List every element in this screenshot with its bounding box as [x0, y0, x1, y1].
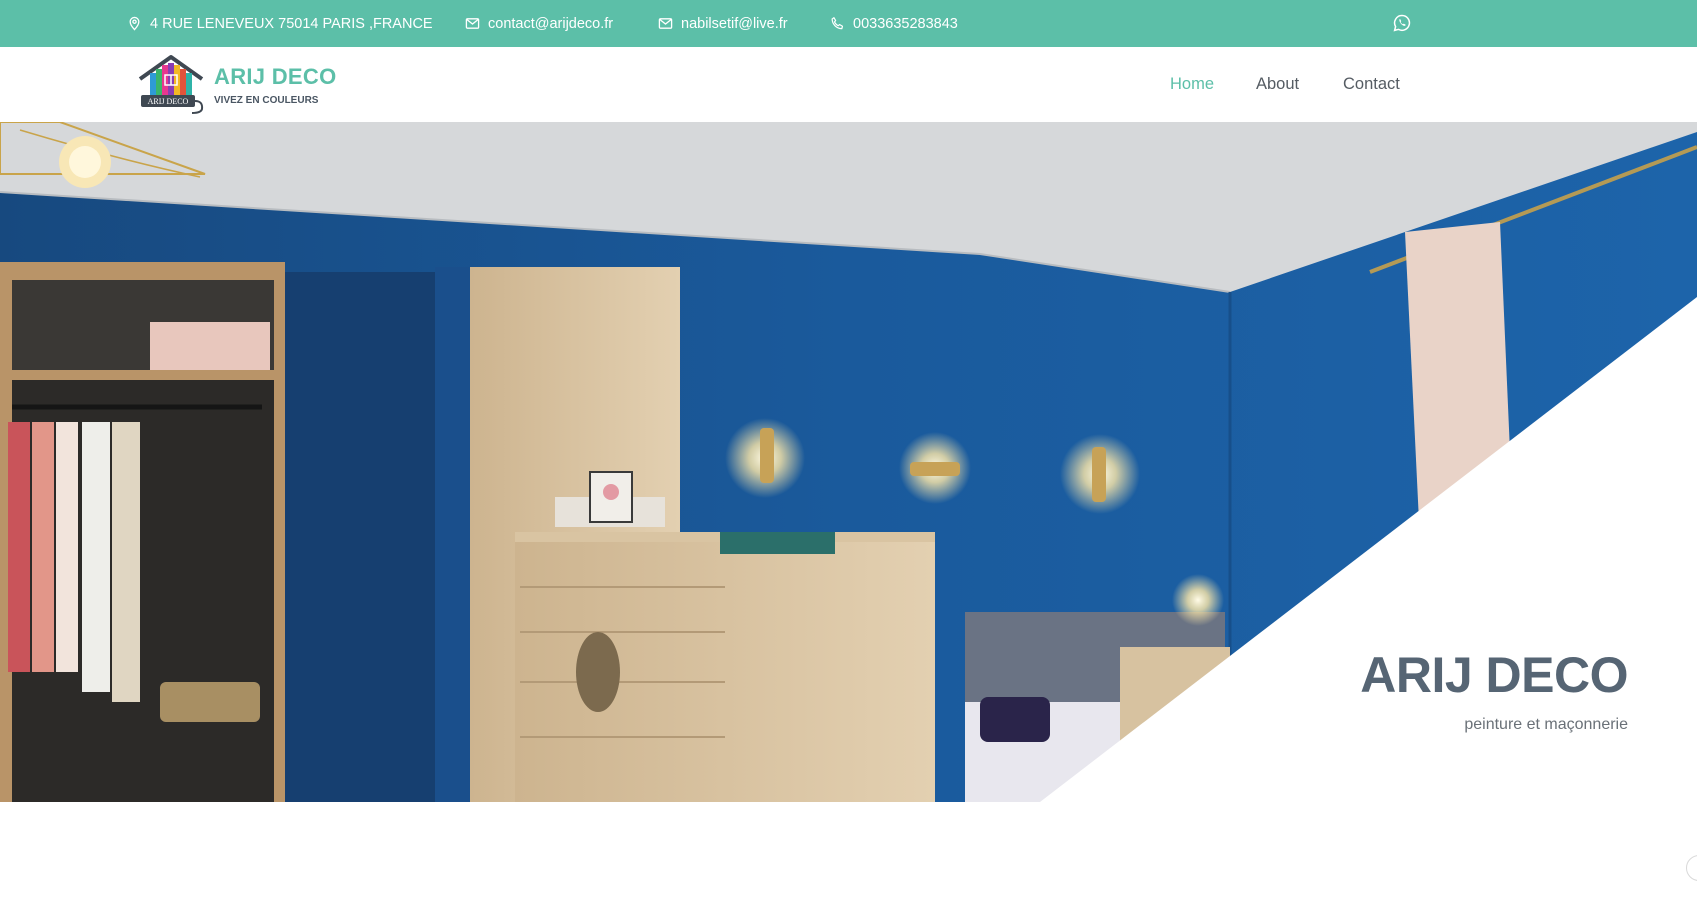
brand-title[interactable]: ARIJ DECO	[214, 64, 337, 90]
whatsapp-icon[interactable]	[1392, 13, 1412, 33]
email-info-primary[interactable]: contact@arijdeco.fr	[465, 0, 613, 47]
mail-icon	[465, 18, 480, 29]
hero-title: ARIJ DECO	[1360, 647, 1628, 703]
phone-text[interactable]: 0033635283843	[853, 16, 958, 32]
nav-link-home[interactable]: Home	[1170, 75, 1214, 94]
location-pin-icon	[129, 16, 140, 31]
scroll-to-top-button[interactable]	[1686, 855, 1697, 881]
brand-tagline: VIVEZ EN COULEURS	[214, 95, 319, 106]
top-info-bar: 4 RUE LENEVEUX 75014 PARIS ,FRANCE conta…	[0, 0, 1697, 47]
email-secondary-text[interactable]: nabilsetif@live.fr	[681, 16, 788, 32]
nav-link-about[interactable]: About	[1256, 75, 1299, 94]
nav-link-contact[interactable]: Contact	[1343, 75, 1400, 94]
hero-subtitle: peinture et maçonnerie	[1464, 716, 1628, 733]
logo-plate-text: ARIJ DECO	[148, 97, 189, 106]
address-text: 4 RUE LENEVEUX 75014 PARIS ,FRANCE	[150, 15, 433, 32]
hero-banner: ARIJ DECO peinture et maçonnerie	[0, 122, 1697, 802]
arij-deco-logo[interactable]: ARIJ DECO	[136, 53, 206, 115]
phone-icon	[831, 17, 844, 30]
address-info: 4 RUE LENEVEUX 75014 PARIS ,FRANCE	[127, 0, 433, 47]
email-info-secondary[interactable]: nabilsetif@live.fr	[658, 0, 788, 47]
mail-icon	[658, 18, 673, 29]
site-header: ARIJ DECO ARIJ DECO VIVEZ EN COULEURS Ho…	[0, 47, 1697, 122]
phone-info[interactable]: 0033635283843	[830, 0, 958, 47]
email-primary-text[interactable]: contact@arijdeco.fr	[488, 16, 613, 32]
